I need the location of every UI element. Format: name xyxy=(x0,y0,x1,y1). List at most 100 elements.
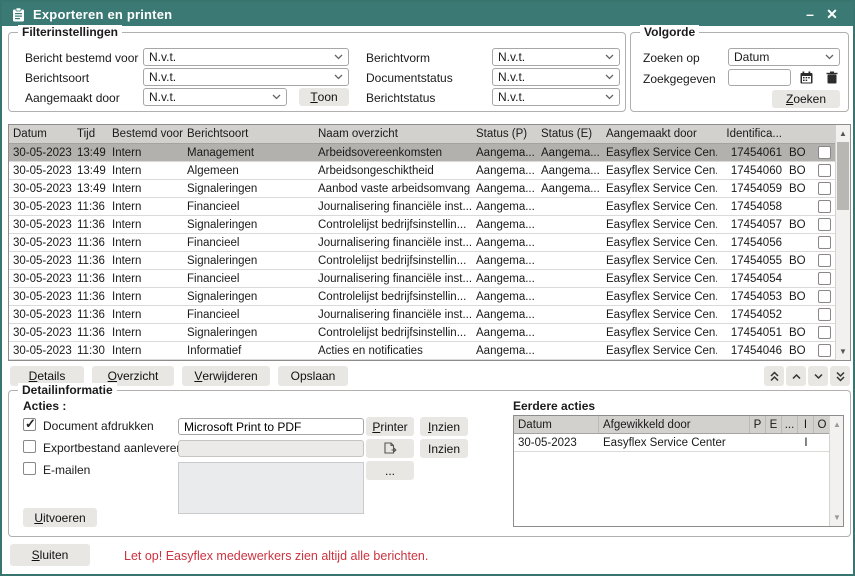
cell-identificatie: 17454057 xyxy=(717,219,785,231)
table-row[interactable]: 30-05-2023 13:49 Intern Algemeen Arbeids… xyxy=(9,162,850,180)
uitvoeren-button[interactable]: Uitvoeren xyxy=(23,508,97,527)
cell-tijd: 11:36 xyxy=(73,201,108,213)
select-value: N.v.t. xyxy=(498,70,525,84)
table-row[interactable]: 30-05-2023 11:36 Intern Financieel Journ… xyxy=(9,306,850,324)
scroll-up-icon[interactable]: ▲ xyxy=(830,417,844,432)
berichten-table: Datum Tijd Bestemd voor Berichtsoort Naa… xyxy=(8,124,851,361)
row-checkbox[interactable] xyxy=(818,308,831,321)
aangemaakt-door-label: Aangemaakt door xyxy=(25,91,120,105)
col-datum[interactable]: Datum xyxy=(9,128,73,140)
table-row[interactable]: 30-05-2023 11:36 Intern Signaleringen Co… xyxy=(9,288,850,306)
col-status-e[interactable]: Status (E) xyxy=(537,128,602,140)
col-identificatie[interactable]: Identifica... xyxy=(717,128,785,140)
row-checkbox[interactable] xyxy=(818,164,831,177)
cell-bestemd-voor: Intern xyxy=(108,219,183,231)
inzien-button-1[interactable]: Inzien xyxy=(420,417,468,436)
table-row[interactable]: 30-05-2023 11:30 Intern Informatief Acti… xyxy=(9,342,850,360)
chevron-down-icon xyxy=(334,74,343,80)
ecol-e[interactable]: E xyxy=(766,416,782,433)
last-record-button[interactable] xyxy=(830,366,850,386)
ecol-datum[interactable]: Datum xyxy=(514,416,599,433)
eerdere-scrollbar[interactable]: ▲ ▼ xyxy=(829,416,843,526)
eerdere-row[interactable]: 30-05-2023 Easyflex Service Center I xyxy=(514,434,843,452)
cell-tijd: 11:36 xyxy=(73,309,108,321)
row-checkbox[interactable] xyxy=(818,200,831,213)
printer-button[interactable]: Printer xyxy=(366,417,414,436)
scrollbar-thumb[interactable] xyxy=(837,142,849,210)
row-checkbox[interactable] xyxy=(818,344,831,357)
ecol-p[interactable]: P xyxy=(750,416,766,433)
toon-button[interactable]: Toon xyxy=(299,88,349,106)
row-checkbox[interactable] xyxy=(818,290,831,303)
cell-aangemaakt-door: Easyflex Service Cen... xyxy=(602,183,717,195)
col-berichtsoort[interactable]: Berichtsoort xyxy=(183,128,314,140)
berichtstatus-select[interactable]: N.v.t. xyxy=(492,88,620,106)
row-checkbox[interactable] xyxy=(818,218,831,231)
table-row[interactable]: 30-05-2023 13:49 Intern Signaleringen Aa… xyxy=(9,180,850,198)
select-value: N.v.t. xyxy=(149,50,176,64)
verwijderen-button[interactable]: Verwijderen xyxy=(182,366,270,386)
berichtvorm-select[interactable]: N.v.t. xyxy=(492,48,620,66)
cell-bestemd-voor: Intern xyxy=(108,147,183,159)
row-checkbox[interactable] xyxy=(818,146,831,159)
detailinformatie-group: Detailinformatie Acties : Document afdru… xyxy=(8,390,851,537)
opslaan-button[interactable]: Opslaan xyxy=(278,366,348,386)
cell-naam-overzicht: Controlelijst bedrijfsinstellin... xyxy=(314,255,472,267)
cell-berichtsoort: Management xyxy=(183,147,314,159)
row-checkbox[interactable] xyxy=(818,182,831,195)
export-file-button[interactable] xyxy=(366,439,414,458)
table-row[interactable]: 30-05-2023 11:36 Intern Financieel Journ… xyxy=(9,234,850,252)
row-checkbox[interactable] xyxy=(818,236,831,249)
scroll-down-icon[interactable]: ▼ xyxy=(830,510,844,525)
chevron-down-icon xyxy=(825,54,834,60)
emailen-checkbox[interactable] xyxy=(23,462,36,475)
cell-bo: BO xyxy=(785,147,809,159)
documentstatus-select[interactable]: N.v.t. xyxy=(492,68,620,86)
row-checkbox[interactable] xyxy=(818,326,831,339)
calendar-icon[interactable] xyxy=(797,69,816,86)
zoeken-button[interactable]: Zoeken xyxy=(772,90,840,108)
row-checkbox[interactable] xyxy=(818,254,831,267)
exportbestand-checkbox[interactable] xyxy=(23,440,36,453)
table-row[interactable]: 30-05-2023 11:36 Intern Signaleringen Co… xyxy=(9,324,850,342)
berichtsoort-select[interactable]: N.v.t. xyxy=(143,68,349,86)
ecol-dots[interactable]: ... xyxy=(782,416,798,433)
document-afdrukken-checkbox[interactable] xyxy=(23,418,36,431)
exportbestand-input[interactable] xyxy=(178,440,364,457)
minimize-button[interactable]: – xyxy=(799,6,821,22)
table-scrollbar[interactable]: ▲ ▼ xyxy=(835,125,850,360)
close-button[interactable]: ✕ xyxy=(821,6,843,23)
zoekgegeven-input[interactable] xyxy=(728,69,791,86)
previous-record-button[interactable] xyxy=(786,366,806,386)
table-row[interactable]: 30-05-2023 11:36 Intern Financieel Journ… xyxy=(9,198,850,216)
trash-icon[interactable] xyxy=(822,69,841,86)
aangemaakt-door-select[interactable]: N.v.t. xyxy=(143,88,287,106)
next-record-button[interactable] xyxy=(808,366,828,386)
table-row[interactable]: 30-05-2023 11:36 Intern Signaleringen Co… xyxy=(9,216,850,234)
scroll-up-icon[interactable]: ▲ xyxy=(836,126,850,141)
table-row[interactable]: 30-05-2023 11:36 Intern Signaleringen Co… xyxy=(9,252,850,270)
email-memo-field[interactable] xyxy=(178,462,364,514)
ecol-afgewikkeld-door[interactable]: Afgewikkeld door xyxy=(599,416,750,433)
col-naam-overzicht[interactable]: Naam overzicht xyxy=(314,128,472,140)
col-bestemd-voor[interactable]: Bestemd voor xyxy=(108,128,183,140)
first-record-button[interactable] xyxy=(764,366,784,386)
col-status-p[interactable]: Status (P) xyxy=(472,128,537,140)
scroll-down-icon[interactable]: ▼ xyxy=(836,344,850,359)
col-tijd[interactable]: Tijd xyxy=(73,128,108,140)
table-row[interactable]: 30-05-2023 13:49 Intern Management Arbei… xyxy=(9,144,850,162)
printer-name-input[interactable] xyxy=(178,418,364,435)
table-row[interactable]: 30-05-2023 11:36 Intern Financieel Journ… xyxy=(9,270,850,288)
sluiten-button[interactable]: Sluiten xyxy=(10,544,90,566)
bericht-bestemd-voor-select[interactable]: N.v.t. xyxy=(143,48,349,66)
ecol-i[interactable]: I xyxy=(798,416,814,433)
row-checkbox[interactable] xyxy=(818,272,831,285)
cell-identificatie: 17454046 xyxy=(717,345,785,357)
inzien-button-2[interactable]: Inzien xyxy=(420,439,468,458)
col-aangemaakt-door[interactable]: Aangemaakt door xyxy=(602,128,717,140)
cell-status-p: Aangema... xyxy=(472,291,537,303)
zoeken-op-select[interactable]: Datum xyxy=(728,48,840,66)
ecol-o[interactable]: O xyxy=(814,416,830,433)
ellipsis-button[interactable]: ... xyxy=(366,461,414,480)
cell-naam-overzicht: Arbeidsongeschiktheid xyxy=(314,165,472,177)
